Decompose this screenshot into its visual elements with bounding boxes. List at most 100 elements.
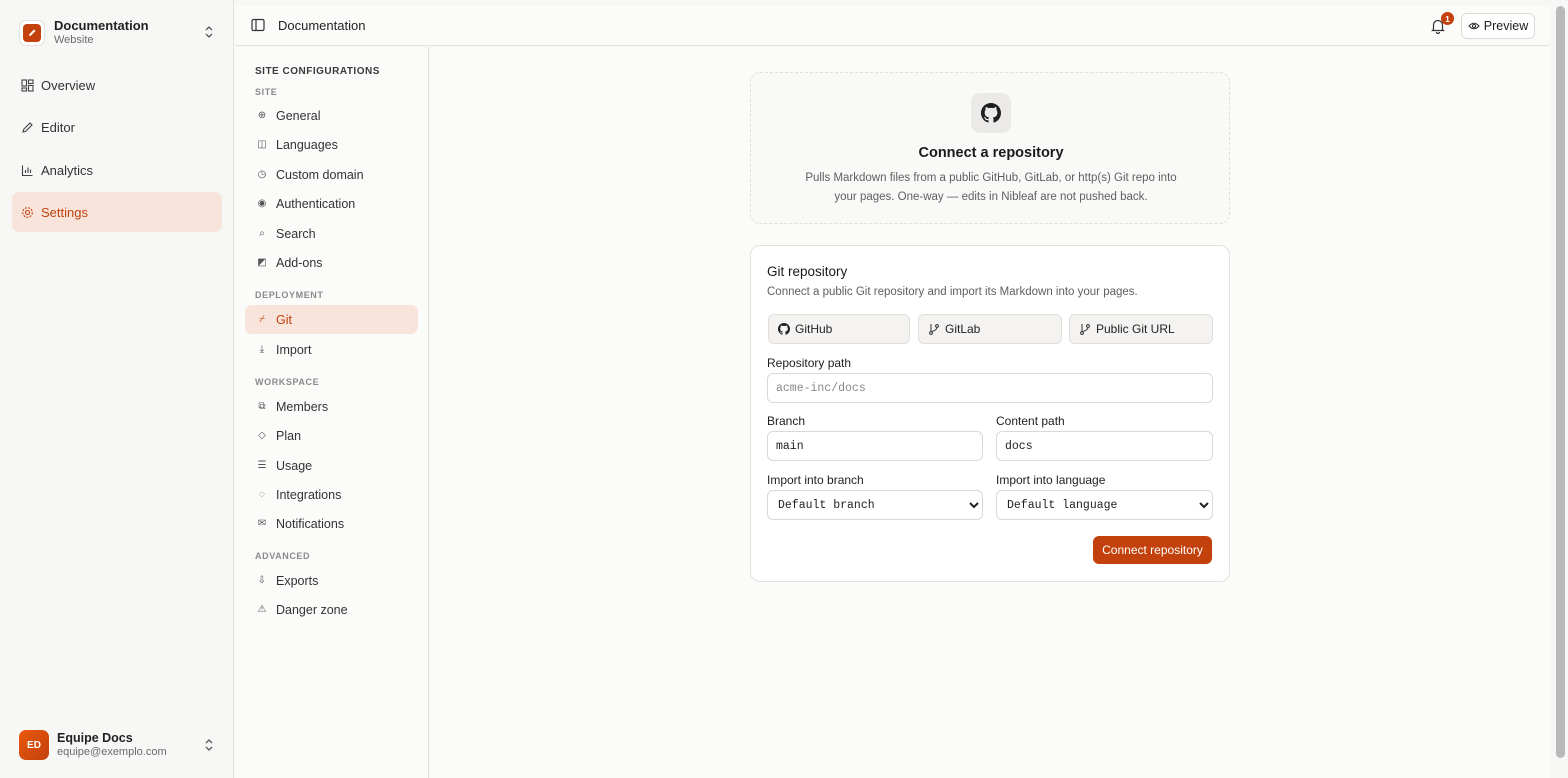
provider-github-button[interactable]: GitHub [768,314,910,344]
import-branch-select[interactable]: Default branch [767,490,983,520]
workspace-switcher[interactable]: Documentation Website [12,12,222,54]
plug-icon: ◌ [259,489,265,500]
provider-label: GitLab [945,322,981,336]
settings-item-label: Plan [276,428,302,443]
settings-item-git[interactable]: ⌿ Git [245,305,418,334]
nav-item-editor[interactable]: Editor [12,107,222,147]
provider-label: Public Git URL [1096,322,1175,336]
settings-item-general[interactable]: ⊕ General [245,101,418,130]
settings-item-exports[interactable]: ⇩ Exports [245,566,418,595]
pen-icon [20,120,34,134]
settings-item-label: Add-ons [276,255,323,270]
connect-repository-button[interactable]: Connect repository [1093,536,1212,564]
chevron-up-down-icon [205,26,213,38]
settings-item-label: Search [276,226,316,241]
warning-icon: ⚠ [257,604,267,615]
group-title-advanced: ADVANCED [255,551,311,561]
git-branch-icon: ⌿ [259,314,265,325]
diamond-icon: ◇ [258,430,266,441]
settings-item-authentication[interactable]: ◉ Authentication [245,189,418,218]
sidebar-toggle-icon[interactable] [250,17,266,33]
content-path-input[interactable] [996,431,1213,461]
scrollbar[interactable] [1556,6,1565,758]
search-icon: ⌕ [259,228,265,239]
settings-item-label: Exports [276,573,319,588]
settings-item-label: Integrations [276,487,342,502]
branch-input[interactable] [767,431,983,461]
workspace-logo [19,20,45,46]
nav-item-analytics[interactable]: Analytics [12,150,222,190]
settings-item-import[interactable]: ⤓ Import [245,335,418,364]
settings-item-members[interactable]: ⧉ Members [245,392,418,421]
notification-badge: 1 [1441,12,1454,25]
settings-item-label: Import [276,342,312,357]
settings-item-add-ons[interactable]: ◩ Add-ons [245,248,418,277]
user-name: Equipe Docs [57,731,133,745]
book-icon: ◫ [257,139,267,150]
group-title-workspace: WORKSPACE [255,377,320,387]
git-repository-card: Git repository Connect a public Git repo… [750,245,1230,582]
settings-item-custom-domain[interactable]: ◷ Custom domain [245,160,418,189]
settings-item-label: Usage [276,458,313,473]
settings-item-plan[interactable]: ◇ Plan [245,421,418,450]
mail-icon: ✉ [257,518,267,529]
fingerprint-icon: ◉ [257,198,267,209]
globe-icon: ⊕ [257,110,267,121]
preview-label: Preview [1483,19,1529,33]
settings-item-label: Members [276,399,329,414]
group-title-deployment: DEPLOYMENT [255,290,324,300]
provider-gitlab-button[interactable]: GitLab [918,314,1062,344]
settings-sidebar: SITE CONFIGURATIONS SITE ⊕ General ◫ Langu… [235,47,429,778]
settings-item-label: Authentication [276,196,356,211]
nav-item-settings[interactable]: Settings [12,192,222,232]
main-content: Connect a repository Pulls Markdown file… [430,47,1549,778]
hero-title: Connect a repository [918,145,1064,161]
workspace-name: Documentation [54,18,149,33]
repository-path-label: Repository path [767,356,852,370]
top-bar: Documentation 1 Preview [235,6,1549,46]
download-icon: ⤓ [259,344,265,355]
settings-item-languages[interactable]: ◫ Languages [245,130,418,159]
card-title: Git repository [767,264,848,279]
settings-item-label: Languages [276,137,338,152]
workspace-subtitle: Website [54,34,94,46]
chart-icon [20,163,34,177]
nav-item-overview[interactable]: Overview [12,65,222,105]
nav-label: Overview [41,77,96,93]
export-icon: ⇩ [257,575,267,586]
git-branch-icon [928,323,940,335]
eye-icon [1468,21,1480,31]
connect-repository-hero: Connect a repository Pulls Markdown file… [750,72,1230,224]
group-title-site: SITE [255,87,278,97]
nav-label: Settings [41,204,88,220]
grid-icon [20,78,34,92]
gear-icon [20,205,34,219]
github-icon [971,93,1011,133]
puzzle-icon: ◩ [257,257,267,268]
avatar: ED [19,730,49,760]
import-language-label: Import into language [996,473,1106,487]
settings-section-title: SITE CONFIGURATIONS [255,66,380,77]
settings-item-usage[interactable]: ☰ Usage [245,451,418,480]
content-path-label: Content path [996,414,1065,428]
app-sidebar: Documentation Website Overview Editor An… [0,0,234,778]
pencil-logo-icon [29,29,36,36]
provider-public-git-url-button[interactable]: Public Git URL [1069,314,1213,344]
nav-label: Analytics [41,162,94,178]
settings-item-label: General [276,108,321,123]
github-icon [778,323,790,335]
import-language-select[interactable]: Default language [996,490,1213,520]
preview-button[interactable]: Preview [1461,13,1535,39]
users-icon: ⧉ [258,401,266,412]
database-icon: ☰ [257,460,267,471]
hero-description: Pulls Markdown files from a public GitHu… [805,172,1177,203]
user-menu[interactable]: ED Equipe Docs equipe@exemplo.com [12,724,222,766]
user-email: equipe@exemplo.com [57,746,167,758]
chevron-up-down-icon [205,739,213,751]
settings-item-integrations[interactable]: ◌ Integrations [245,480,418,509]
settings-item-search[interactable]: ⌕ Search [245,219,418,248]
settings-item-danger-zone[interactable]: ⚠ Danger zone [245,595,418,624]
repository-path-input[interactable] [767,373,1213,403]
settings-item-notifications[interactable]: ✉ Notifications [245,509,418,538]
settings-item-label: Custom domain [276,167,364,182]
